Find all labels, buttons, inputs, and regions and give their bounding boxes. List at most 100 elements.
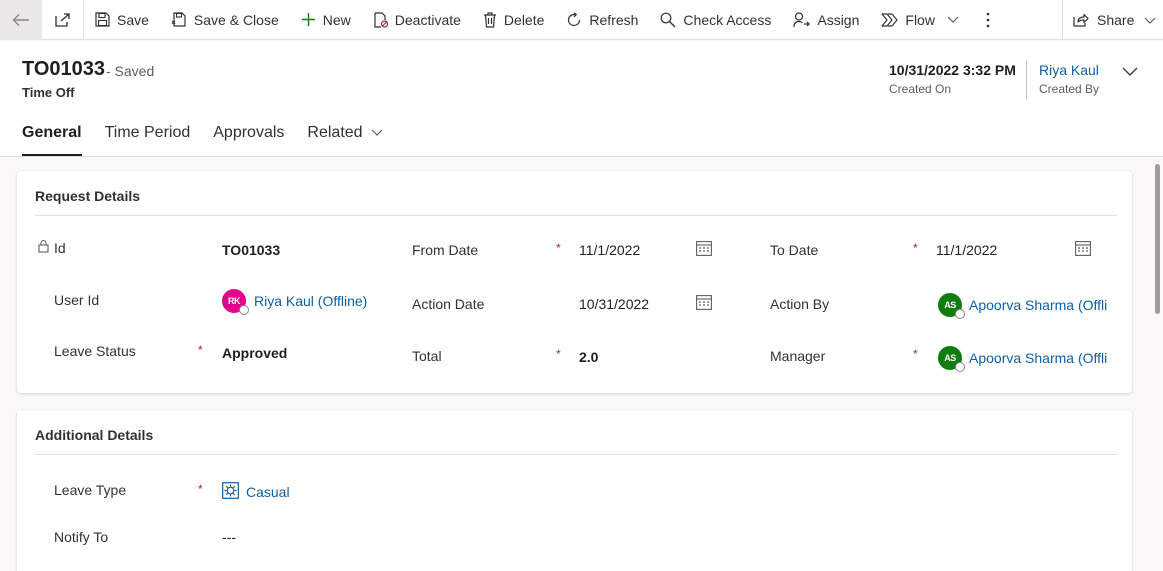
created-on-value: 10/31/2022 3:32 PM	[889, 62, 1016, 78]
avatar-initials: RK	[228, 296, 241, 306]
avatar-initials: AS	[944, 353, 956, 363]
request-details-section: Request Details Id TO01033 From Date * 1…	[17, 171, 1132, 393]
leave-type-label: Leave Type	[54, 482, 127, 498]
check-access-label: Check Access	[683, 11, 772, 28]
created-by-link[interactable]: Riya Kaul	[1039, 62, 1099, 78]
save-close-button[interactable]: Save & Close	[160, 0, 290, 40]
lock-icon	[38, 239, 49, 253]
action-date-label: Action Date	[412, 296, 485, 312]
to-date-value[interactable]: 11/1/2022	[936, 242, 997, 258]
section-title: Additional Details	[35, 427, 154, 443]
action-by-link[interactable]: Apoorva Sharma (Offli	[969, 297, 1107, 313]
header-divider	[1026, 61, 1027, 99]
created-on-field: 10/31/2022 3:32 PM Created On	[889, 62, 1016, 96]
command-bar: Save Save & Close New Deactivate Delete …	[0, 0, 1163, 40]
created-on-label: Created On	[889, 82, 952, 96]
record-header: TO01033 - Saved Time Off 10/31/2022 3:32…	[0, 41, 1163, 157]
calendar-icon[interactable]	[1075, 241, 1091, 256]
leave-status-value[interactable]: Approved	[222, 345, 287, 361]
required-indicator: *	[556, 347, 561, 361]
check-access-button[interactable]: Check Access	[649, 0, 782, 40]
deactivate-label: Deactivate	[394, 11, 461, 28]
required-indicator: *	[913, 347, 918, 361]
notify-to-label: Notify To	[54, 529, 109, 545]
leave-type-link[interactable]: Casual	[246, 484, 290, 500]
popout-icon	[54, 12, 70, 27]
user-id-link[interactable]: Riya Kaul (Offline)	[254, 293, 394, 309]
required-indicator: *	[556, 241, 561, 255]
save-status: - Saved	[106, 63, 155, 79]
from-date-value[interactable]: 11/1/2022	[579, 242, 640, 258]
form-tabs: General Time Period Approvals Related	[22, 122, 406, 156]
flow-icon	[881, 12, 898, 27]
user-id-label: User Id	[54, 292, 100, 308]
tab-general[interactable]: General	[22, 122, 82, 156]
flow-button[interactable]: Flow	[870, 0, 970, 40]
additional-details-section: Additional Details Leave Type * Casual N…	[17, 410, 1132, 571]
more-commands-button[interactable]	[970, 0, 1006, 40]
created-by-field: Riya Kaul Created By	[1039, 62, 1099, 96]
magnifier-icon	[661, 12, 676, 27]
save-label: Save	[117, 11, 149, 28]
flow-label: Flow	[905, 11, 935, 28]
new-label: New	[322, 11, 351, 28]
more-vertical-icon	[986, 12, 990, 27]
open-in-new-window-button[interactable]	[42, 0, 84, 40]
notify-to-value[interactable]: ---	[222, 529, 236, 545]
save-close-label: Save & Close	[193, 11, 279, 28]
action-by-label: Action By	[770, 296, 830, 312]
deactivate-button[interactable]: Deactivate	[362, 0, 472, 40]
form-scrollbar[interactable]	[1150, 157, 1163, 571]
delete-button[interactable]: Delete	[472, 0, 555, 40]
tab-related[interactable]: Related	[307, 122, 382, 156]
refresh-button[interactable]: Refresh	[555, 0, 649, 40]
chevron-down-icon	[1122, 67, 1138, 76]
scrollbar-thumb[interactable]	[1155, 164, 1160, 314]
tab-time-period[interactable]: Time Period	[105, 122, 191, 156]
section-divider	[35, 454, 1117, 455]
calendar-icon[interactable]	[696, 295, 712, 310]
deactivate-icon	[374, 11, 388, 28]
chevron-down-icon	[1144, 17, 1156, 24]
save-button[interactable]: Save	[84, 0, 160, 40]
manager-label: Manager	[770, 348, 826, 364]
delete-label: Delete	[503, 11, 545, 28]
section-title: Request Details	[35, 188, 141, 204]
manager-link[interactable]: Apoorva Sharma (Offli	[969, 350, 1107, 366]
entity-record-icon	[222, 482, 239, 499]
avatar-initials: AS	[944, 300, 956, 310]
action-date-value[interactable]: 10/31/2022	[579, 296, 649, 312]
share-button[interactable]: Share	[1062, 0, 1163, 40]
new-button[interactable]: New	[290, 0, 362, 40]
presence-offline-icon	[955, 309, 965, 319]
required-indicator: *	[913, 241, 918, 255]
back-button[interactable]	[0, 0, 42, 40]
record-title: TO01033	[22, 58, 106, 80]
section-divider	[35, 215, 1117, 216]
tab-approvals[interactable]: Approvals	[213, 122, 284, 156]
plus-icon	[301, 13, 315, 26]
chevron-down-icon	[371, 129, 382, 136]
avatar: AS	[938, 346, 965, 372]
chevron-down-icon	[947, 16, 959, 23]
trash-icon	[483, 11, 496, 28]
presence-offline-icon	[239, 305, 249, 315]
required-indicator: *	[198, 343, 203, 357]
to-date-label: To Date	[770, 242, 819, 258]
total-value[interactable]: 2.0	[579, 349, 598, 365]
avatar: AS	[938, 293, 965, 319]
assign-label: Assign	[817, 11, 860, 28]
tab-related-label: Related	[307, 124, 363, 141]
entity-name: Time Off	[22, 85, 75, 100]
refresh-icon	[568, 11, 581, 26]
save-close-icon	[171, 11, 186, 27]
assign-button[interactable]: Assign	[782, 0, 870, 40]
id-value: TO01033	[222, 242, 281, 258]
arrow-left-icon	[12, 13, 29, 26]
total-label: Total	[412, 348, 442, 364]
calendar-icon[interactable]	[696, 241, 712, 256]
from-date-label: From Date	[412, 242, 479, 258]
assign-person-icon	[793, 11, 811, 27]
header-expand-button[interactable]	[1122, 63, 1138, 81]
required-indicator: *	[198, 482, 203, 496]
